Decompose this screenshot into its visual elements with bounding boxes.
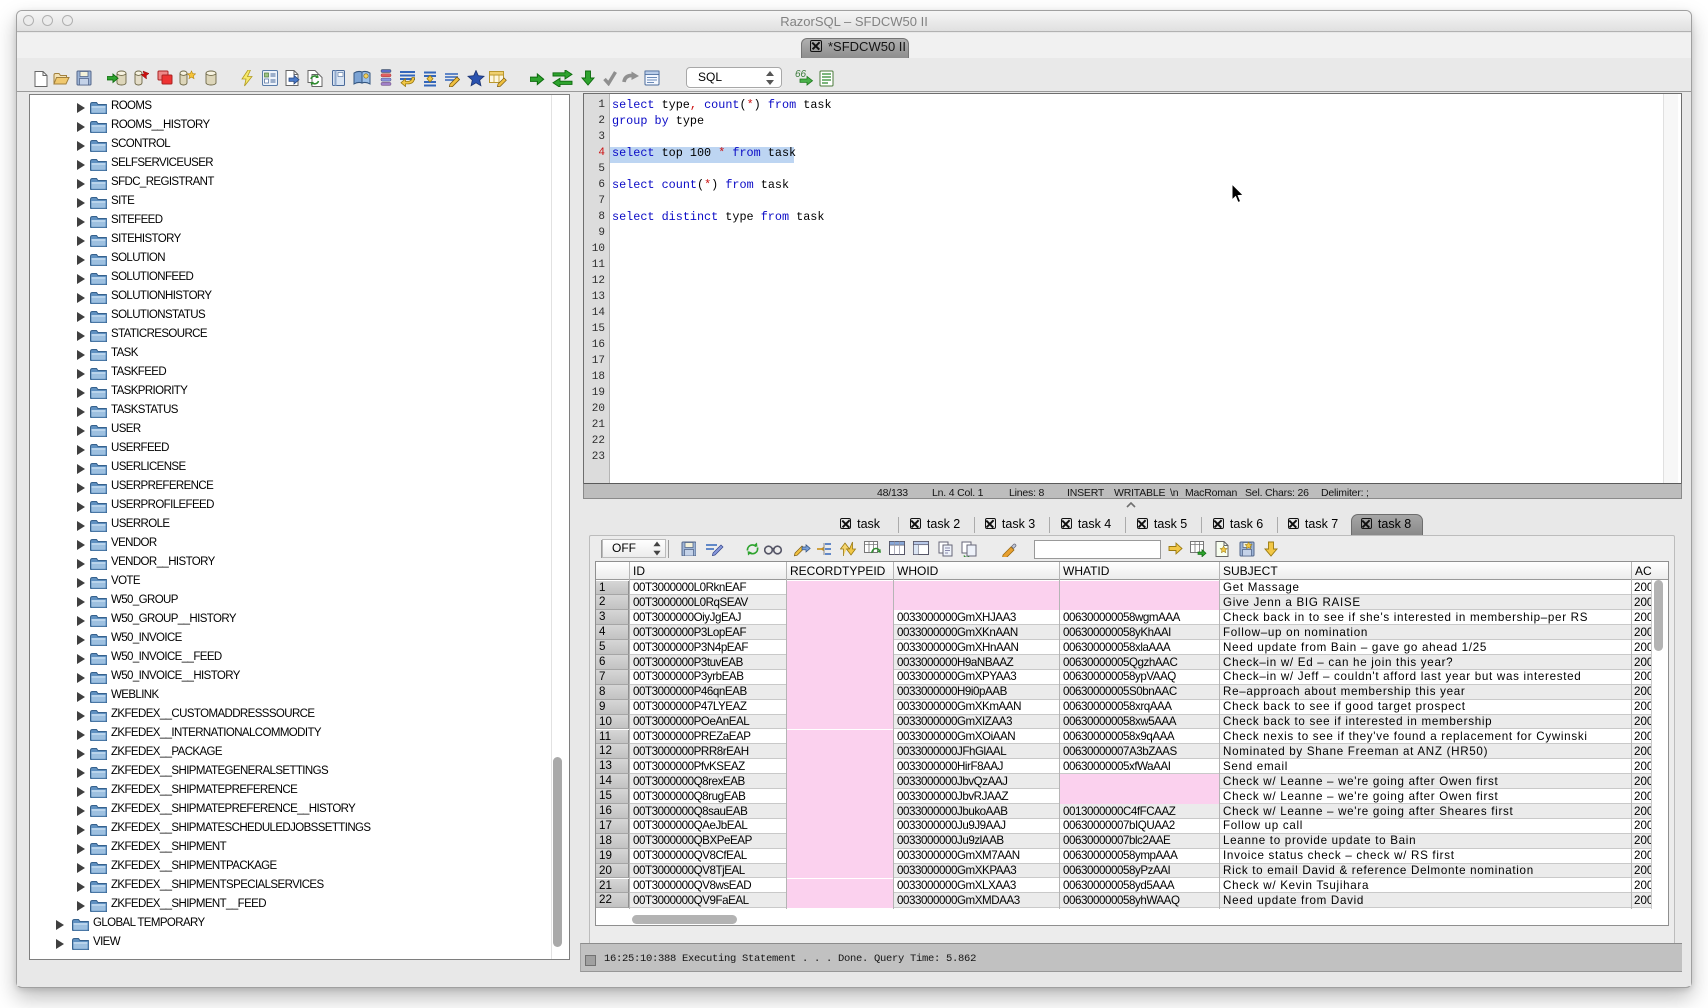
- svg-text:66: 66: [795, 69, 807, 80]
